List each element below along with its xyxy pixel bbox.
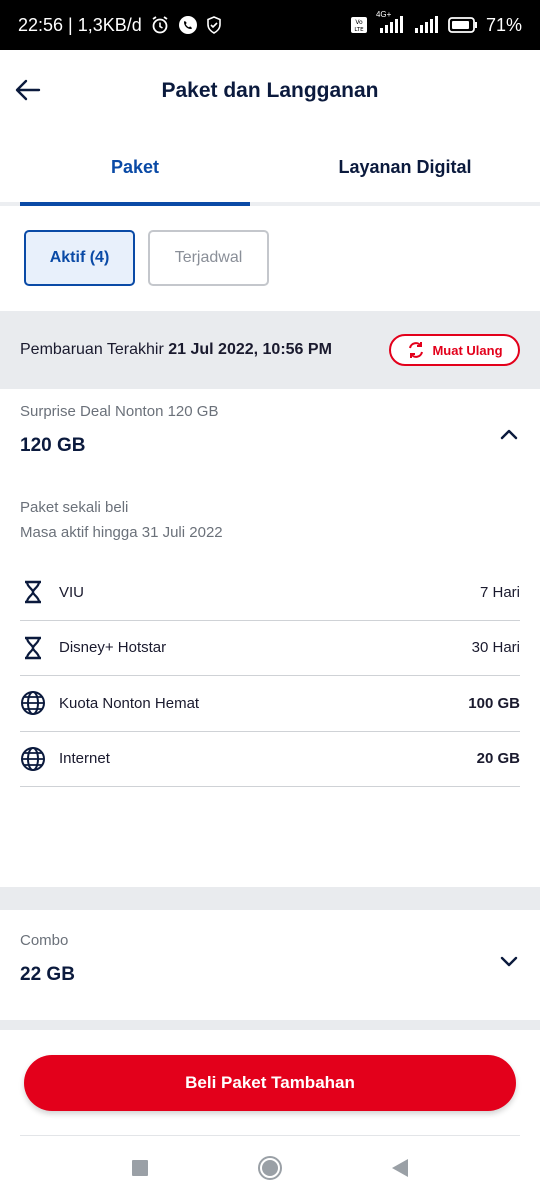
system-nav-bar bbox=[0, 1136, 540, 1200]
combo-name: Combo bbox=[20, 932, 69, 949]
tab-paket[interactable]: Paket bbox=[0, 132, 270, 206]
chevron-down-icon bbox=[500, 956, 518, 967]
benefit-row-internet: Internet 20 GB bbox=[20, 732, 520, 787]
status-time: 22:56 | 1,3KB/d bbox=[18, 14, 142, 35]
svg-text:Vo: Vo bbox=[355, 19, 363, 26]
svg-text:LTE: LTE bbox=[354, 27, 364, 33]
battery-level: 71% bbox=[485, 14, 522, 35]
app-bar: Paket dan Langganan bbox=[0, 50, 540, 132]
globe-icon bbox=[20, 746, 46, 772]
volte-icon: Vo LTE bbox=[350, 16, 368, 34]
filter-chips: Aktif (4) Terjadwal bbox=[24, 230, 269, 286]
last-update-datetime: 21 Jul 2022, 10:56 PM bbox=[168, 341, 332, 358]
reload-button[interactable]: Muat Ulang bbox=[389, 334, 520, 366]
reload-label: Muat Ulang bbox=[432, 342, 503, 358]
status-bar: 22:56 | 1,3KB/d Vo LTE 4G+ 71% bbox=[0, 0, 540, 50]
last-update-prefix: Pembaruan Terakhir bbox=[20, 341, 164, 358]
benefit-row-viu: VIU 7 Hari bbox=[20, 565, 520, 621]
circle-icon bbox=[258, 1156, 282, 1180]
back-button[interactable] bbox=[12, 74, 44, 106]
tab-layanan-digital[interactable]: Layanan Digital bbox=[270, 132, 540, 202]
tab-bar: Paket Layanan Digital bbox=[0, 132, 540, 206]
package-card[interactable]: Surprise Deal Nonton 120 GB 120 GB Paket… bbox=[0, 389, 540, 887]
package-size: 120 GB bbox=[20, 435, 86, 456]
buy-additional-package-button[interactable]: Beli Paket Tambahan bbox=[24, 1055, 516, 1111]
nav-back-button[interactable] bbox=[385, 1153, 415, 1183]
expand-button[interactable] bbox=[498, 951, 520, 973]
status-bar-left: 22:56 | 1,3KB/d bbox=[18, 15, 222, 36]
network-type: 4G+ bbox=[375, 10, 392, 19]
benefit-name: Kuota Nonton Hemat bbox=[59, 694, 200, 712]
benefit-list: VIU 7 Hari Disney+ Hotstar 30 Hari Kuota… bbox=[20, 565, 520, 787]
last-update-bar: Pembaruan Terakhir 21 Jul 2022, 10:56 PM… bbox=[0, 311, 540, 389]
arrow-left-icon bbox=[15, 79, 41, 101]
package-type-note: Paket sekali beli bbox=[20, 499, 129, 516]
filter-aktif-chip[interactable]: Aktif (4) bbox=[24, 230, 135, 286]
hourglass-icon bbox=[20, 635, 46, 661]
benefit-value: 7 Hari bbox=[479, 583, 520, 601]
section-divider bbox=[0, 887, 540, 910]
benefit-name: Internet bbox=[59, 750, 110, 768]
signal-icon: 4G+ bbox=[376, 10, 406, 34]
benefit-name: Disney+ Hotstar bbox=[59, 639, 167, 657]
shield-icon bbox=[206, 16, 222, 34]
section-divider bbox=[0, 1020, 540, 1030]
alarm-icon bbox=[150, 15, 170, 35]
recent-apps-button[interactable] bbox=[125, 1153, 155, 1183]
triangle-back-icon bbox=[392, 1159, 408, 1177]
benefit-value: 20 GB bbox=[476, 750, 520, 768]
last-update-text: Pembaruan Terakhir 21 Jul 2022, 10:56 PM bbox=[20, 341, 332, 359]
home-button[interactable] bbox=[255, 1153, 285, 1183]
square-icon bbox=[132, 1160, 148, 1176]
package-expiry-note: Masa aktif hingga 31 Juli 2022 bbox=[20, 524, 223, 541]
status-bar-right: Vo LTE 4G+ 71% bbox=[350, 10, 522, 36]
hourglass-icon bbox=[20, 579, 46, 605]
combo-card[interactable]: Combo 22 GB bbox=[0, 910, 540, 1020]
benefit-row-kuota-nonton-hemat: Kuota Nonton Hemat 100 GB bbox=[20, 676, 520, 732]
benefit-value: 100 GB bbox=[468, 694, 520, 712]
refresh-icon bbox=[409, 342, 424, 358]
benefit-row-disney-hotstar: Disney+ Hotstar 30 Hari bbox=[20, 621, 520, 676]
chevron-up-icon bbox=[500, 429, 518, 440]
combo-size: 22 GB bbox=[20, 964, 75, 985]
benefit-value: 30 Hari bbox=[471, 639, 520, 657]
benefit-name: VIU bbox=[59, 583, 85, 601]
call-icon bbox=[178, 15, 198, 35]
page-title: Paket dan Langganan bbox=[161, 79, 379, 102]
filter-terjadwal-chip[interactable]: Terjadwal bbox=[148, 230, 269, 286]
battery-icon bbox=[448, 16, 478, 34]
package-name: Surprise Deal Nonton 120 GB bbox=[20, 403, 219, 420]
collapse-button[interactable] bbox=[498, 423, 520, 445]
signal-icon bbox=[414, 16, 440, 34]
globe-icon bbox=[20, 690, 46, 716]
